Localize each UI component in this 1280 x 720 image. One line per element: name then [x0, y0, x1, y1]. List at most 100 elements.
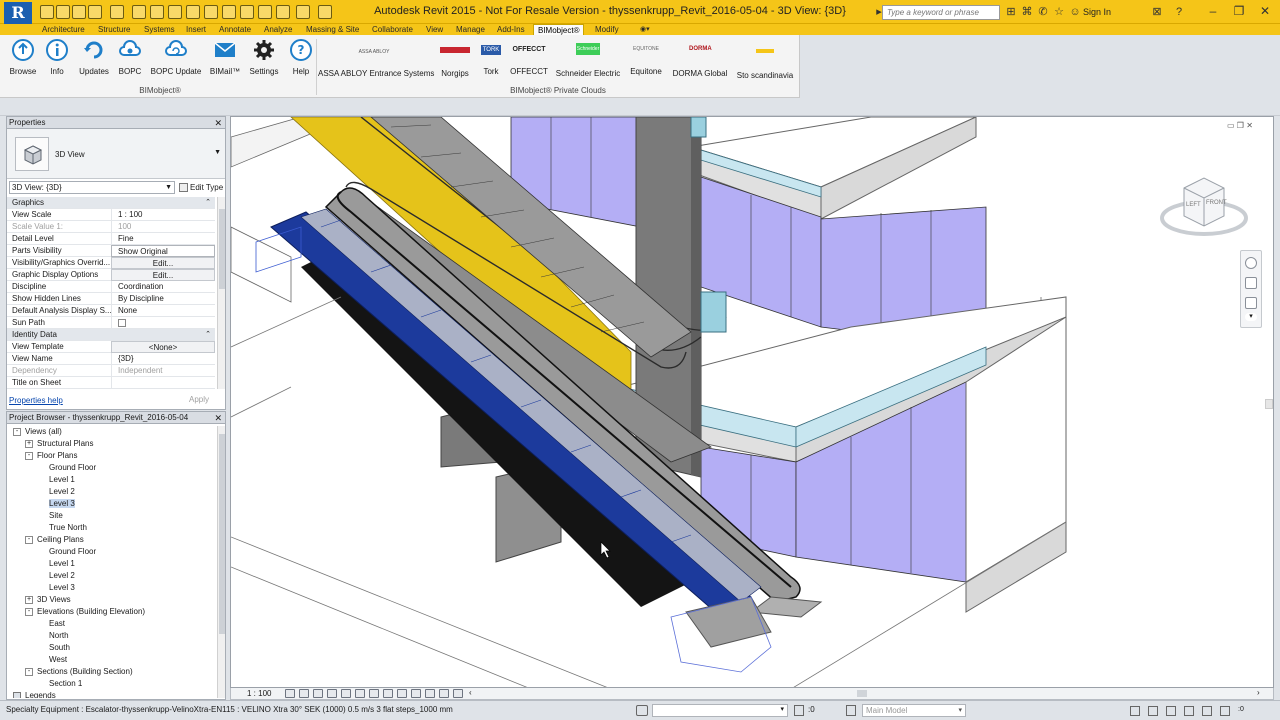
browser-node[interactable]: Level 3: [49, 498, 75, 510]
apply-button[interactable]: Apply: [179, 395, 219, 404]
section-icon[interactable]: [240, 5, 254, 19]
select-by-face-icon[interactable]: [1184, 706, 1194, 716]
property-value[interactable]: None: [111, 305, 215, 317]
bopc-button[interactable]: BOPC: [116, 37, 144, 87]
chevron-down-icon[interactable]: ▼: [214, 149, 221, 156]
sun-path-checkbox[interactable]: [118, 319, 126, 327]
viewcube[interactable]: LEFT FRONT: [1160, 174, 1248, 244]
collapse-icon[interactable]: ⌃: [205, 329, 211, 340]
browser-node[interactable]: West: [49, 654, 67, 666]
tab-manage[interactable]: Manage: [456, 24, 485, 35]
tab-insert[interactable]: Insert: [186, 24, 206, 35]
subscription-icon[interactable]: ⌘: [1020, 5, 1034, 19]
worksets-icon[interactable]: [636, 705, 648, 716]
brand-equitone-button[interactable]: EQUITONE Equitone: [626, 37, 666, 87]
dimension-icon[interactable]: [168, 5, 182, 19]
tab-analyze[interactable]: Analyze: [264, 24, 292, 35]
collapse-icon[interactable]: -: [25, 607, 33, 616]
measure-icon[interactable]: [150, 5, 164, 19]
tab-annotate[interactable]: Annotate: [219, 24, 251, 35]
brand-tork-button[interactable]: TORK Tork: [478, 37, 504, 87]
horizontal-scroll-thumb[interactable]: [857, 690, 867, 697]
bopc-update-button[interactable]: BOPC Update: [148, 37, 204, 87]
redo-icon[interactable]: [110, 5, 124, 19]
close-icon[interactable]: ✕: [1252, 0, 1278, 22]
tab-bimobject[interactable]: BIMobject®: [533, 24, 585, 35]
scroll-left-icon[interactable]: ‹: [469, 688, 472, 697]
switch-windows-icon[interactable]: [296, 5, 310, 19]
active-workset-select[interactable]: ▾: [652, 704, 788, 717]
lock-view-icon[interactable]: [383, 689, 393, 698]
minimize-icon[interactable]: ▭: [1227, 121, 1235, 130]
settings-button[interactable]: Settings: [246, 37, 282, 87]
viewcube-front-face[interactable]: FRONT: [1206, 200, 1227, 206]
save-icon[interactable]: [56, 5, 70, 19]
browser-node[interactable]: True North: [49, 522, 87, 534]
highlight-displacement-icon[interactable]: [453, 689, 463, 698]
updates-button[interactable]: Updates: [76, 37, 112, 87]
help-button[interactable]: ? Help: [288, 37, 314, 87]
property-value[interactable]: {3D}: [111, 353, 215, 365]
scroll-thumb[interactable]: [219, 209, 225, 289]
scroll-thumb[interactable]: [219, 434, 225, 634]
design-options-icon[interactable]: [846, 705, 856, 716]
close-hidden-icon[interactable]: [276, 5, 290, 19]
zoom-icon[interactable]: [1245, 277, 1257, 289]
exchange-apps-icon[interactable]: ⊠: [1150, 5, 1164, 19]
browser-node[interactable]: South: [49, 642, 70, 654]
legend-icon[interactable]: [13, 691, 21, 698]
brand-sto-button[interactable]: Sto scandinavia: [734, 37, 796, 87]
collapse-icon[interactable]: -: [25, 535, 33, 544]
default-3d-icon[interactable]: [222, 5, 236, 19]
help-icon[interactable]: ?: [1172, 5, 1186, 19]
visual-style-icon[interactable]: [299, 689, 309, 698]
browser-node[interactable]: - Sections (Building Section): [25, 666, 133, 678]
property-group-graphics[interactable]: Graphics ⌃: [7, 197, 215, 209]
brand-schneider-button[interactable]: Schneider Schneider Electric: [554, 37, 622, 87]
restore-icon[interactable]: ❐: [1237, 121, 1244, 130]
property-group-identity-data[interactable]: Identity Data ⌃: [7, 329, 215, 341]
chevron-down-icon[interactable]: ▾: [1245, 313, 1257, 321]
viewport-scroll-handle[interactable]: [1265, 399, 1273, 409]
brand-assa-abloy-button[interactable]: ASSA ABLOY ASSA ABLOY Entrance Systems: [318, 37, 434, 87]
close-icon[interactable]: ✕: [1246, 121, 1253, 130]
reveal-hidden-icon[interactable]: [411, 689, 421, 698]
browser-node[interactable]: Section 1: [49, 678, 82, 690]
browser-node[interactable]: East: [49, 618, 65, 630]
property-value[interactable]: By Discipline: [111, 293, 215, 305]
property-value[interactable]: Show Original: [111, 245, 215, 257]
property-edit-button[interactable]: Edit...: [111, 257, 215, 269]
search-input[interactable]: Type a keyword or phrase: [882, 5, 1000, 20]
customize-qat-icon[interactable]: [318, 5, 332, 19]
steering-wheel-icon[interactable]: [1245, 257, 1257, 269]
browser-node[interactable]: Level 2: [49, 486, 75, 498]
browse-button[interactable]: Browse: [6, 37, 40, 87]
tab-view[interactable]: View: [426, 24, 443, 35]
bimail-button[interactable]: BIMail™: [208, 37, 242, 87]
revit-app-menu-button[interactable]: R: [4, 2, 32, 24]
select-links-icon[interactable]: [1130, 706, 1140, 716]
property-edit-button[interactable]: <None>: [111, 341, 215, 353]
undo-icon[interactable]: [88, 5, 102, 19]
sign-in-button[interactable]: Sign In: [1083, 7, 1111, 17]
minimize-icon[interactable]: –: [1200, 0, 1226, 22]
expand-icon[interactable]: +: [25, 439, 33, 448]
properties-help-link[interactable]: Properties help: [9, 396, 63, 405]
pan-icon[interactable]: [1245, 297, 1257, 309]
browser-node[interactable]: - Floor Plans: [25, 450, 77, 462]
instance-selector[interactable]: 3D View: {3D} ▼: [9, 181, 175, 194]
view-scale[interactable]: 1 : 100: [247, 689, 271, 698]
crop-region-icon[interactable]: [369, 689, 379, 698]
filter-selection-icon[interactable]: [1220, 706, 1230, 716]
tab-structure[interactable]: Structure: [98, 24, 130, 35]
browser-node[interactable]: North: [49, 630, 69, 642]
property-value[interactable]: Fine: [111, 233, 215, 245]
tab-collaborate[interactable]: Collaborate: [372, 24, 413, 35]
info-button[interactable]: Info: [44, 37, 70, 87]
brand-norgips-button[interactable]: Norgips: [436, 37, 474, 87]
hide-isolate-icon[interactable]: [397, 689, 407, 698]
favorites-icon[interactable]: ☆: [1052, 5, 1066, 19]
user-icon[interactable]: ☺: [1068, 5, 1082, 19]
viewport-3d[interactable]: ▭ ❐ ✕: [230, 116, 1274, 688]
browser-node[interactable]: Level 2: [49, 570, 75, 582]
